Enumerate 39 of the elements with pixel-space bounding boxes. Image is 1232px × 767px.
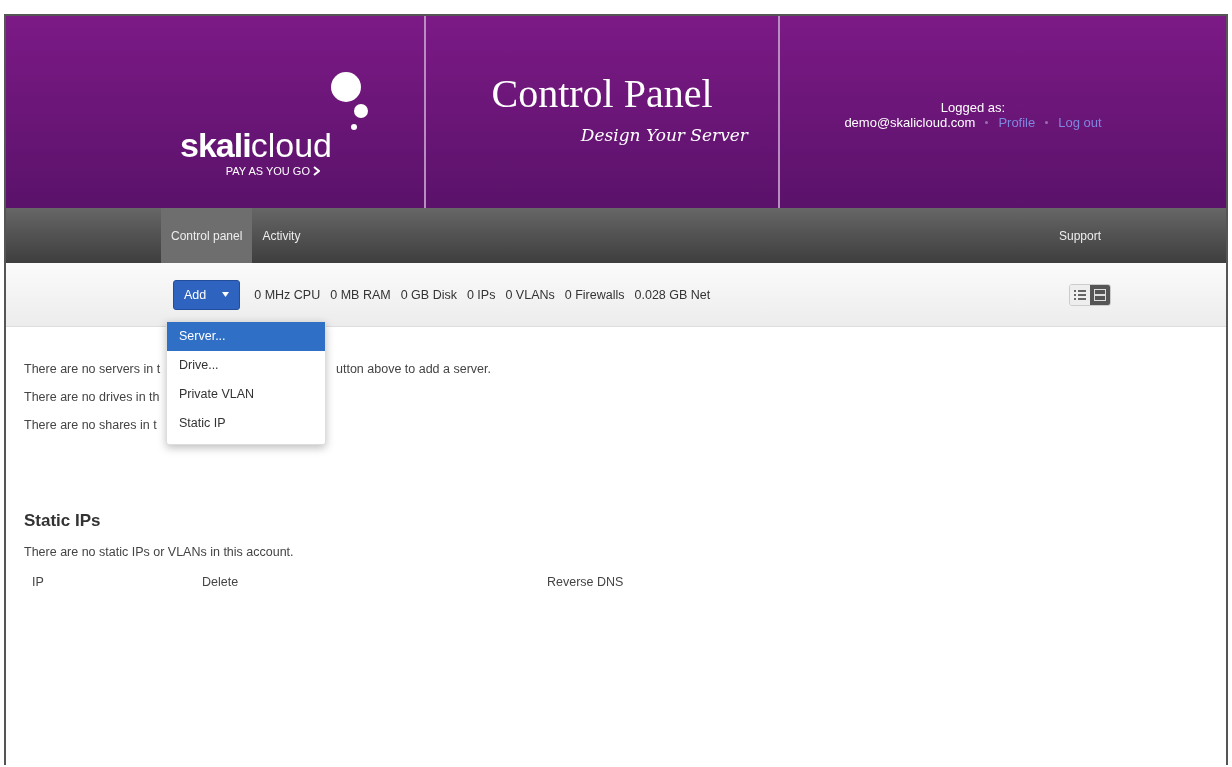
logged-as-label: Logged as: (940, 100, 1006, 115)
resource-stat: 0 GB Disk (400, 287, 457, 302)
grid-view-button[interactable] (1090, 284, 1110, 305)
column-header: Reverse DNS (547, 575, 625, 589)
caret-icon (222, 292, 230, 297)
empty-message: There are no drives in th (24, 390, 161, 404)
chevron-icon (312, 166, 320, 176)
list-icon (1074, 288, 1086, 301)
resource-stat: 0 MHz CPU (254, 287, 321, 302)
grid-icon (1094, 288, 1106, 301)
column-header: IP (32, 575, 45, 589)
section-heading: Static IPs (24, 511, 102, 531)
page-subtitle: Design Your Server (580, 124, 748, 145)
logo-tagline: PAY AS YOU GO (225, 165, 310, 177)
empty-message: There are no static IPs or VLANs in this account. (24, 545, 295, 559)
menu-item[interactable]: Private VLAN (167, 380, 325, 409)
resource-stat: 0 Firewalls (564, 287, 625, 302)
nav-tab[interactable]: Activity (252, 208, 311, 263)
add-button[interactable]: Add (173, 279, 241, 310)
nav-tab[interactable]: Control panel (161, 208, 253, 263)
resource-stat: 0 IPs (466, 287, 496, 302)
menu-item[interactable]: Static IP (167, 409, 325, 438)
list-view-button[interactable] (1070, 284, 1090, 305)
resource-stat: 0 MB RAM (330, 287, 391, 302)
empty-message: There are no servers in t (24, 362, 162, 376)
separator-dot (985, 121, 989, 124)
user-email: demo@skalicloud.com (844, 115, 976, 130)
resource-stat: 0.028 GB Net (634, 287, 711, 302)
menu-item[interactable]: Server... (167, 322, 325, 351)
support-link[interactable]: Support (1048, 208, 1111, 263)
logo-text: cloud (250, 126, 332, 165)
resource-stat: 0 VLANs (505, 287, 555, 302)
menu-item[interactable]: Drive... (167, 351, 325, 380)
page-title: Control Panel (491, 69, 713, 117)
empty-message: There are no shares in t (24, 418, 158, 432)
logo-text-bold: skali (180, 126, 251, 165)
column-header: Delete (202, 575, 240, 589)
empty-message: utton above to add a server. (336, 362, 491, 376)
separator-dot (1045, 121, 1049, 124)
